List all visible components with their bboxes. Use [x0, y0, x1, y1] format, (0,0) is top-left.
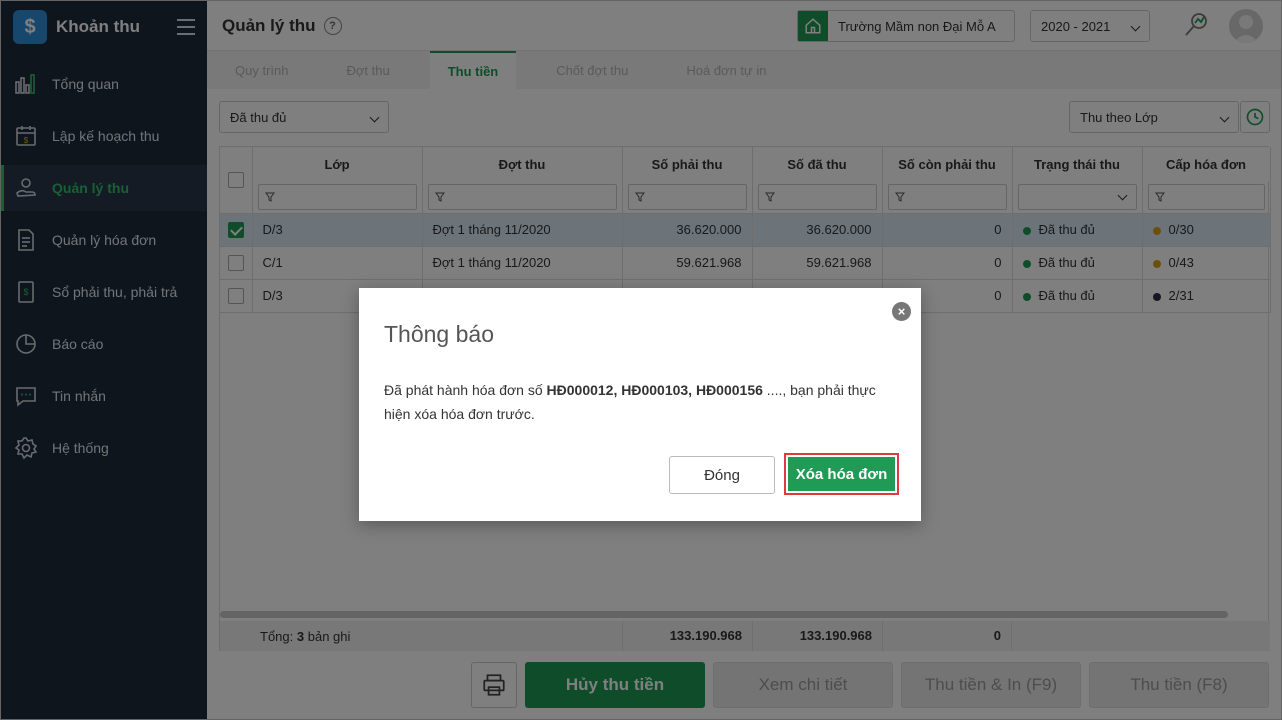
dialog-title: Thông báo — [384, 321, 494, 347]
dialog-close-button[interactable]: Đóng — [669, 456, 775, 494]
delete-invoice-button[interactable]: Xóa hóa đơn — [788, 457, 895, 491]
notification-dialog: Thông báo × Đã phát hành hóa đơn số HĐ00… — [359, 288, 921, 521]
message-prefix: Đã phát hành hóa đơn số — [384, 382, 543, 398]
dialog-message: Đã phát hành hóa đơn số HĐ000012, HĐ0001… — [384, 378, 894, 426]
close-icon[interactable]: × — [892, 302, 911, 321]
delete-invoice-button-highlight: Xóa hóa đơn — [784, 453, 899, 495]
invoice-numbers: HĐ000012, HĐ000103, HĐ000156 — [546, 382, 763, 398]
